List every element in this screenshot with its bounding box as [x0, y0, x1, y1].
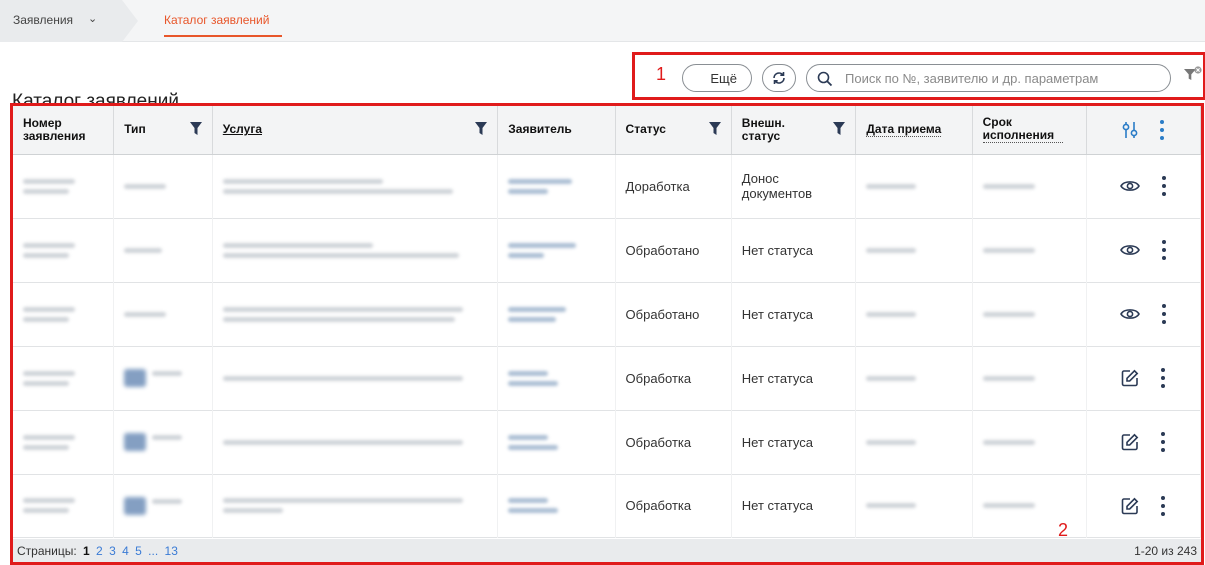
breadcrumb-current[interactable]: Каталог заявлений [164, 13, 269, 27]
filter-icon[interactable] [189, 122, 202, 136]
more-button[interactable]: Ещё [682, 64, 752, 92]
more-options-icon[interactable] [1160, 119, 1165, 140]
annotation-number-1: 1 [656, 64, 667, 84]
eye-icon[interactable] [1120, 243, 1141, 257]
table-row[interactable]: Обработка Нет статуса [13, 410, 1202, 474]
records-count: 1-20 из 243 [1134, 544, 1197, 558]
column-header-status[interactable]: Статус [615, 106, 732, 155]
status-cell: Обработка [615, 474, 732, 537]
table-row[interactable]: Обработано Нет статуса [13, 282, 1202, 346]
external-status-cell: Нет статуса [731, 218, 857, 282]
breadcrumb: Заявления ⌄ Каталог заявлений [0, 0, 1205, 42]
page-ellipsis: ... [148, 544, 159, 558]
search-input[interactable] [845, 69, 1165, 88]
status-cell: Обработано [615, 218, 732, 282]
pagination: Страницы: 1 2 3 4 5 ... 13 1-20 из 243 [13, 539, 1201, 563]
row-menu-icon[interactable] [1162, 240, 1167, 260]
search-icon [817, 71, 833, 87]
refresh-icon [773, 72, 785, 84]
annotation-number-2: 2 [1058, 520, 1069, 540]
external-status-cell: Нет статуса [731, 282, 857, 346]
status-cell: Обработка [615, 410, 732, 474]
column-header-date-received[interactable]: Дата приема [855, 106, 973, 155]
column-header-type[interactable]: Тип [113, 106, 213, 155]
status-cell: Обработано [615, 282, 732, 346]
table-row[interactable]: Обработано Нет статуса [13, 218, 1202, 282]
eye-icon[interactable] [1120, 179, 1141, 193]
column-settings-icon[interactable] [1122, 121, 1138, 139]
column-header-external-status[interactable]: Внешн. статус [731, 106, 857, 155]
filter-icon[interactable] [708, 122, 721, 136]
search-field[interactable] [806, 64, 1171, 92]
status-cell: Обработка [615, 346, 732, 410]
page-link[interactable]: 4 [122, 544, 129, 558]
row-menu-icon[interactable] [1162, 176, 1167, 196]
column-header-service[interactable]: Услуга [212, 106, 499, 155]
breadcrumb-active-indicator [164, 35, 282, 37]
row-menu-icon[interactable] [1161, 495, 1166, 516]
external-status-cell: Нет статуса [731, 410, 857, 474]
column-header-applicant[interactable]: Заявитель [497, 106, 616, 155]
edit-icon[interactable] [1121, 497, 1139, 515]
table-row[interactable]: Обработка Нет статуса [13, 474, 1202, 537]
column-header-actions [1086, 106, 1202, 155]
clear-filter-icon[interactable] [1183, 66, 1203, 89]
pagination-label-group: Страницы: 1 2 3 4 5 ... 13 [17, 544, 178, 558]
pagination-label: Страницы: [17, 544, 77, 558]
table-row[interactable]: Доработка Донос документов [13, 154, 1202, 218]
applications-table: Номер заявления Тип Услуга Заявитель Ста… [13, 106, 1202, 538]
page-link-current[interactable]: 1 [83, 544, 90, 558]
page-link[interactable]: 3 [109, 544, 116, 558]
row-menu-icon[interactable] [1161, 368, 1166, 388]
column-header-number[interactable]: Номер заявления [13, 106, 115, 155]
edit-icon[interactable] [1121, 433, 1139, 451]
external-status-cell: Нет статуса [731, 474, 857, 537]
page-link-last[interactable]: 13 [165, 544, 178, 558]
column-header-due-date[interactable]: Срок исполнения [972, 106, 1087, 155]
breadcrumb-root-label: Заявления [13, 13, 74, 27]
breadcrumb-root[interactable]: Заявления ⌄ [0, 0, 138, 42]
page-link[interactable]: 5 [135, 544, 142, 558]
row-menu-icon[interactable] [1162, 304, 1167, 324]
refresh-button[interactable] [762, 64, 796, 92]
filter-icon[interactable] [475, 122, 488, 136]
page-link[interactable]: 2 [96, 544, 103, 558]
status-cell: Доработка [615, 154, 732, 218]
table-header-row: Номер заявления Тип Услуга Заявитель Ста… [13, 106, 1202, 155]
table-row[interactable]: Обработка Нет статуса [13, 346, 1202, 410]
external-status-cell: Нет статуса [731, 346, 857, 410]
row-menu-icon[interactable] [1161, 432, 1166, 452]
chevron-down-icon: ⌄ [88, 13, 98, 25]
eye-icon[interactable] [1120, 307, 1141, 321]
edit-icon[interactable] [1121, 369, 1139, 387]
filter-icon[interactable] [833, 122, 846, 136]
external-status-cell: Донос документов [731, 154, 857, 218]
